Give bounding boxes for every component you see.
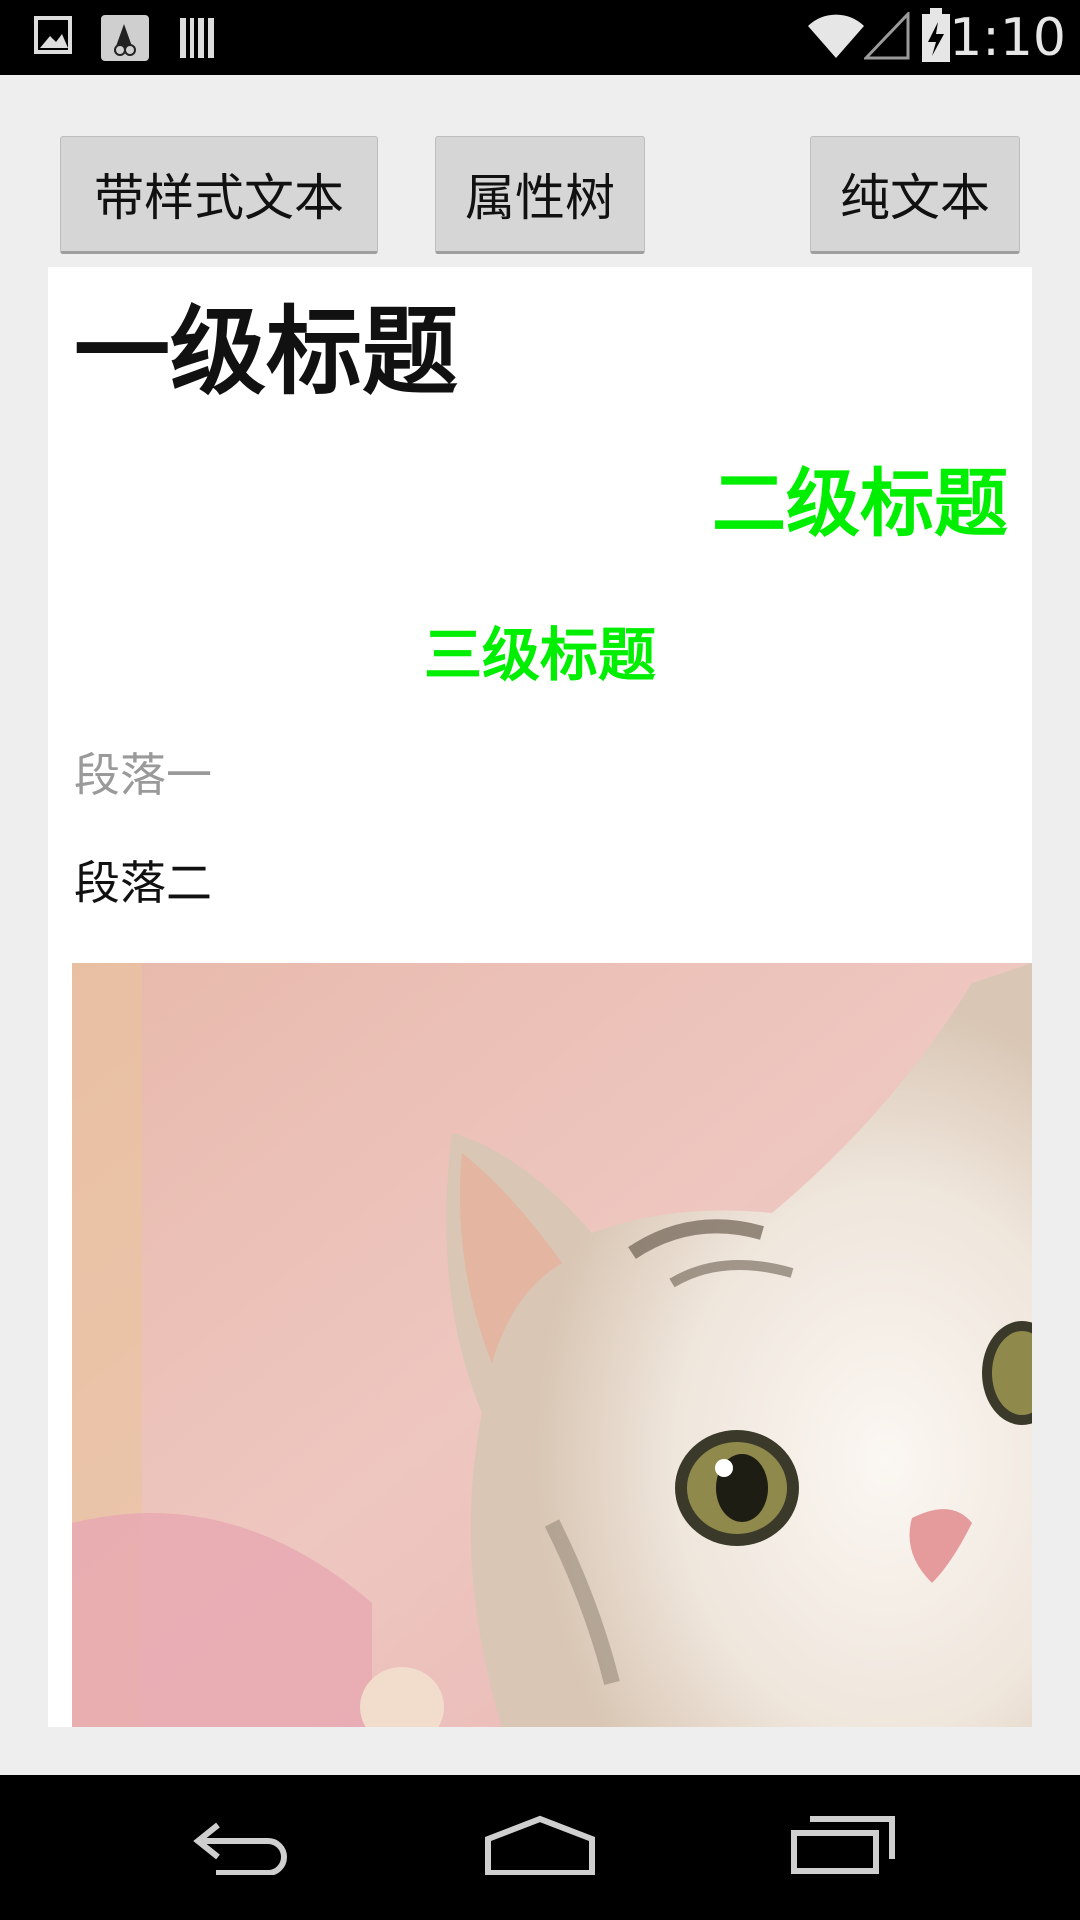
- recents-icon[interactable]: [790, 1815, 896, 1879]
- rich-text-view: 一级标题 二级标题 三级标题 段落一 段落二: [48, 267, 1032, 1727]
- app-notification-icon: [100, 14, 152, 66]
- styled-text-button[interactable]: 带样式文本: [60, 136, 378, 254]
- plain-text-button[interactable]: 纯文本: [810, 136, 1020, 254]
- back-icon[interactable]: [188, 1815, 292, 1879]
- status-bar: 1:10: [0, 0, 1080, 75]
- styled-text-button-label: 带样式文本: [94, 169, 344, 227]
- home-icon[interactable]: [484, 1815, 596, 1879]
- paragraph-1: 段落一: [74, 748, 212, 802]
- barcode-icon: [178, 14, 218, 66]
- cat-image: [72, 963, 1032, 1727]
- image-icon: [34, 14, 74, 62]
- attribute-tree-button-label: 属性树: [465, 169, 615, 227]
- attribute-tree-button[interactable]: 属性树: [435, 136, 645, 254]
- heading-level-2: 二级标题: [712, 461, 1008, 547]
- heading-level-1: 一级标题: [74, 296, 458, 408]
- signal-icon: [862, 10, 910, 64]
- paragraph-2: 段落二: [74, 856, 212, 910]
- navigation-bar: [0, 1775, 1080, 1920]
- heading-level-3: 三级标题: [423, 621, 656, 689]
- plain-text-button-label: 纯文本: [840, 169, 990, 227]
- wifi-icon: [806, 12, 866, 64]
- status-time: 1:10: [949, 8, 1066, 68]
- battery-charging-icon: [920, 8, 952, 68]
